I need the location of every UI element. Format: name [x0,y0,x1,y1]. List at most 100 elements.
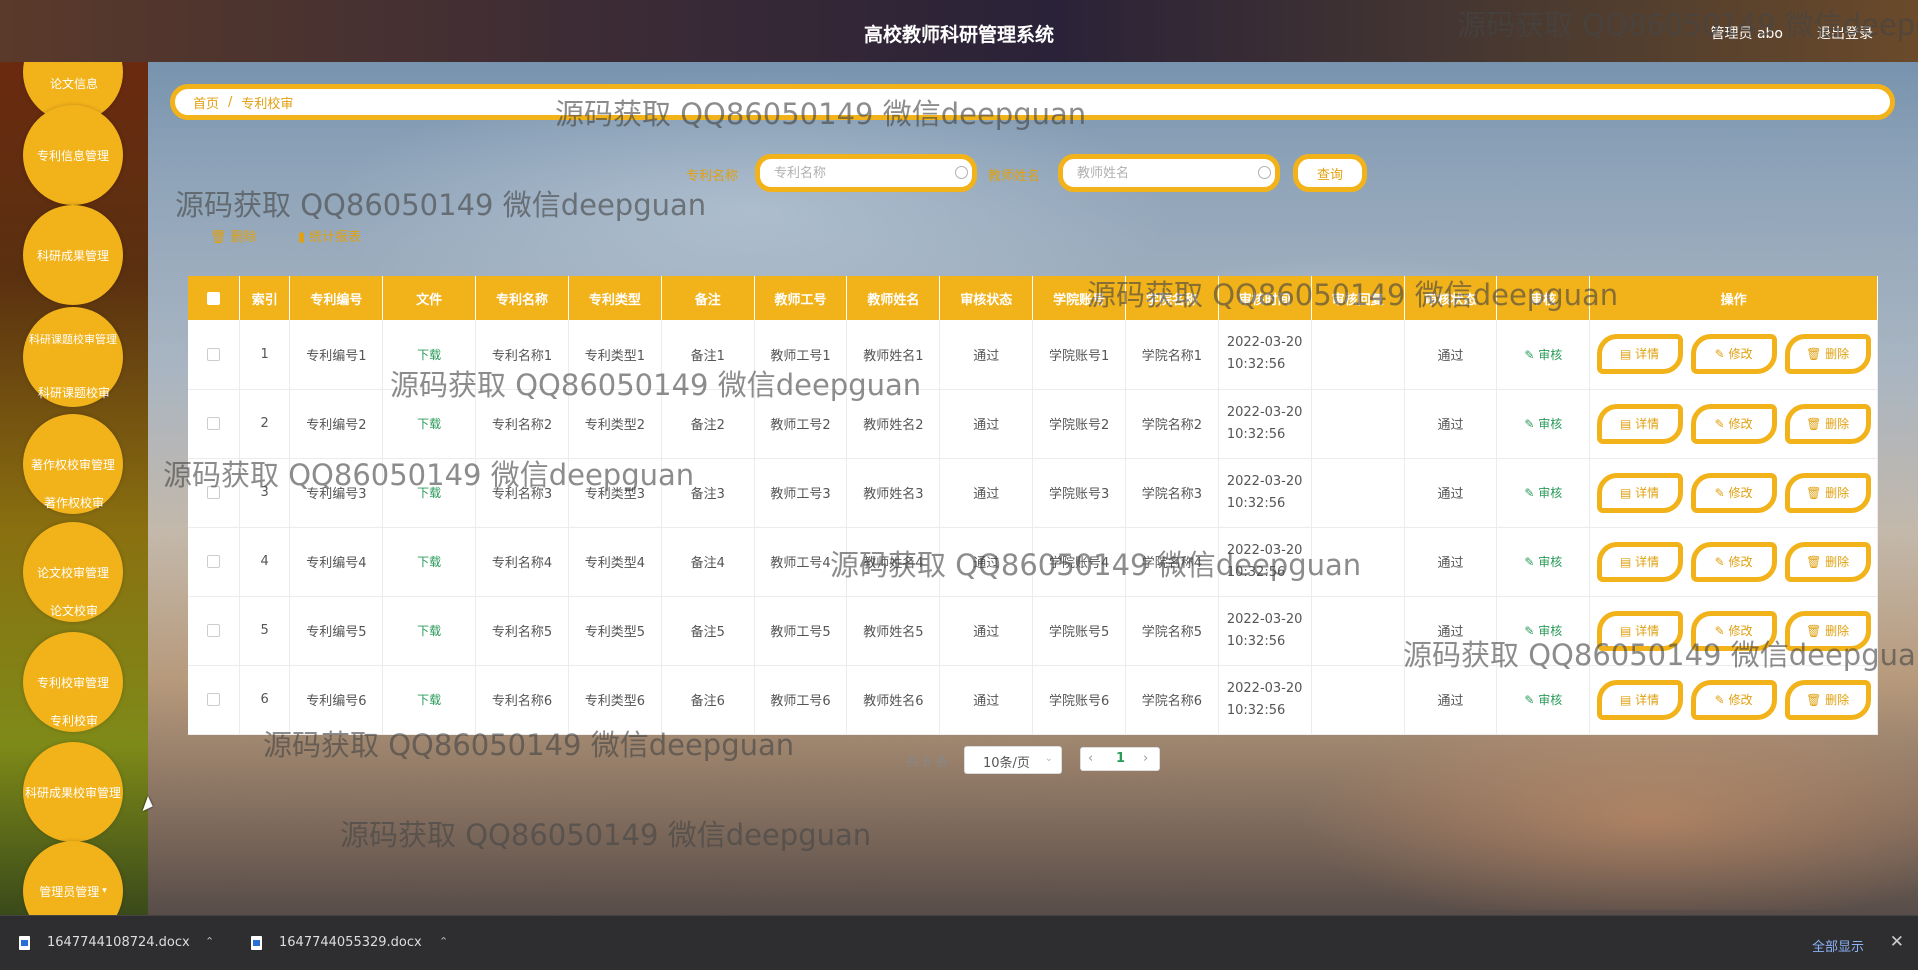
sidebar-item-copyright-review[interactable]: 著作权校审 [0,494,148,511]
download-link[interactable]: 下载 [417,555,441,569]
edit-button[interactable]: ✎ 修改 [1690,541,1777,582]
sidebar-item-patent-review[interactable]: 专利校审 [0,712,148,729]
download-link[interactable]: 下载 [417,486,441,500]
row-operations: ▤ 详情 ✎ 修改 🗑 删除 [1589,458,1878,527]
column-header: 审核时间 [1218,276,1312,320]
edit-button[interactable]: ✎ 修改 [1690,334,1777,375]
row-delete-button[interactable]: 🗑 删除 [1784,472,1871,513]
detail-button[interactable]: ▤ 详情 [1596,472,1683,513]
report-label: 统计报表 [309,230,362,245]
detail-button[interactable]: ▤ 详情 [1596,334,1683,375]
row-checkbox[interactable] [206,624,220,637]
sidebar-item-paper-review[interactable]: 论文校审 [0,602,148,619]
page-size-select[interactable]: 10条/页 ⌄ [964,746,1062,774]
teacher-name-input[interactable] [1058,154,1280,192]
audit-button[interactable]: ✎ 审核 [1524,348,1562,362]
detail-button[interactable]: ▤ 详情 [1596,679,1683,720]
row-checkbox[interactable] [206,555,220,568]
row-delete-button[interactable]: 🗑 删除 [1784,610,1871,651]
sidebar-item-paper-info[interactable]: 论文信息 [0,75,148,92]
row-delete-button[interactable]: 🗑 删除 [1784,541,1871,582]
next-page-icon[interactable]: › [1143,751,1148,766]
row-delete-button[interactable]: 🗑 删除 [1784,334,1871,375]
cell-reply [1311,596,1405,665]
audit-button[interactable]: ✎ 审核 [1524,555,1562,569]
sidebar-item-topic-review[interactable]: 科研课题校审 [0,384,148,401]
top-header: 高校教师科研管理系统 管理员 abo 退出登录 [0,0,1918,62]
detail-button[interactable]: ▤ 详情 [1596,403,1683,444]
audit-button[interactable]: ✎ 审核 [1524,624,1562,638]
close-icon[interactable]: ✕ [1890,932,1904,952]
chevron-up-icon[interactable]: ⌃ [205,935,214,948]
document-icon [251,936,262,950]
row-delete-label: 删除 [1825,485,1850,500]
cell-name: 专利名称4 [475,527,569,596]
patent-review-table: 索引 专利编号 文件 专利名称 专利类型 备注 教师工号 教师姓名 审核状态 学… [188,276,1878,735]
row-delete-button[interactable]: 🗑 删除 [1784,679,1871,720]
detail-button[interactable]: ▤ 详情 [1596,541,1683,582]
row-select-cell [188,596,240,665]
audit-label: 审核 [1538,624,1563,638]
audit-button[interactable]: ✎ 审核 [1524,693,1562,707]
edit-button[interactable]: ✎ 修改 [1690,403,1777,444]
cell-teacher-name: 教师姓名3 [846,458,941,527]
document-icon: ▤ [1620,416,1636,431]
show-all-downloads-link[interactable]: 全部显示 [1812,936,1864,955]
cell-audit: ✎ 审核 [1496,665,1591,734]
row-checkbox[interactable] [206,693,220,706]
query-button[interactable]: 查询 [1293,154,1367,192]
row-checkbox[interactable] [206,347,220,361]
cell-teacher-id: 教师工号3 [754,458,848,527]
bar-chart-icon: ▮ [298,230,306,245]
download-link[interactable]: 下载 [417,624,441,638]
page-number[interactable]: 1 [1116,751,1125,766]
edit-button[interactable]: ✎ 修改 [1690,472,1777,513]
chevron-down-icon: ▾ [102,886,107,896]
column-header: 学院账号 [1032,276,1127,320]
sidebar-item-research-result-manage[interactable]: 科研成果管理 [23,205,123,305]
download-link[interactable]: 下载 [417,693,441,707]
edit-button[interactable]: ✎ 修改 [1690,679,1777,720]
patent-name-input[interactable] [755,154,977,192]
row-operations: ▤ 详情 ✎ 修改 🗑 删除 [1589,665,1878,734]
audit-button[interactable]: ✎ 审核 [1524,417,1562,431]
download-filename: 1647744055329.docx [279,935,422,950]
cell-code: 专利编号1 [289,320,384,389]
row-delete-button[interactable]: 🗑 删除 [1784,403,1871,444]
delete-label: 删除 [230,230,257,245]
prev-page-icon[interactable]: ‹ [1088,751,1093,766]
detail-button[interactable]: ▤ 详情 [1596,610,1683,651]
detail-label: 详情 [1635,485,1660,500]
cell-time: 2022-03-20 10:32:56 [1218,596,1312,665]
edit-button[interactable]: ✎ 修改 [1690,610,1777,651]
select-all-checkbox[interactable] [206,291,220,305]
pencil-icon: ✎ [1524,693,1539,707]
pencil-icon: ✎ [1714,692,1729,707]
download-link[interactable]: 下载 [417,417,441,431]
cell-college-account: 学院账号3 [1032,458,1127,527]
cell-college-account: 学院账号1 [1032,320,1127,389]
cell-college-account: 学院账号2 [1032,389,1127,458]
delete-button[interactable]: 🗑 删除 [210,226,257,245]
logout-link[interactable]: 退出登录 [1817,23,1873,43]
column-header: 教师姓名 [846,276,941,320]
breadcrumb-home[interactable]: 首页 [193,93,219,112]
row-operations: ▤ 详情 ✎ 修改 🗑 删除 [1589,389,1878,458]
cell-note: 备注1 [661,320,755,389]
cell-code: 专利编号2 [289,389,384,458]
cell-audit: ✎ 审核 [1496,389,1591,458]
download-link[interactable]: 下载 [417,348,441,362]
report-button[interactable]: ▮ 统计报表 [298,226,361,245]
document-icon: ▤ [1620,623,1636,638]
sidebar-item-admin-manage[interactable]: 管理员管理 ▾ [23,841,123,915]
cell-file: 下载 [382,527,477,596]
cell-code: 专利编号4 [289,527,384,596]
audit-button[interactable]: ✎ 审核 [1524,486,1562,500]
row-checkbox[interactable] [206,417,220,430]
cell-status2: 通过 [1404,458,1498,527]
row-checkbox[interactable] [206,486,220,499]
cell-note: 备注2 [661,389,755,458]
cell-note: 备注6 [661,665,755,734]
chevron-up-icon[interactable]: ⌃ [439,935,448,948]
column-header: 操作 [1589,276,1878,320]
